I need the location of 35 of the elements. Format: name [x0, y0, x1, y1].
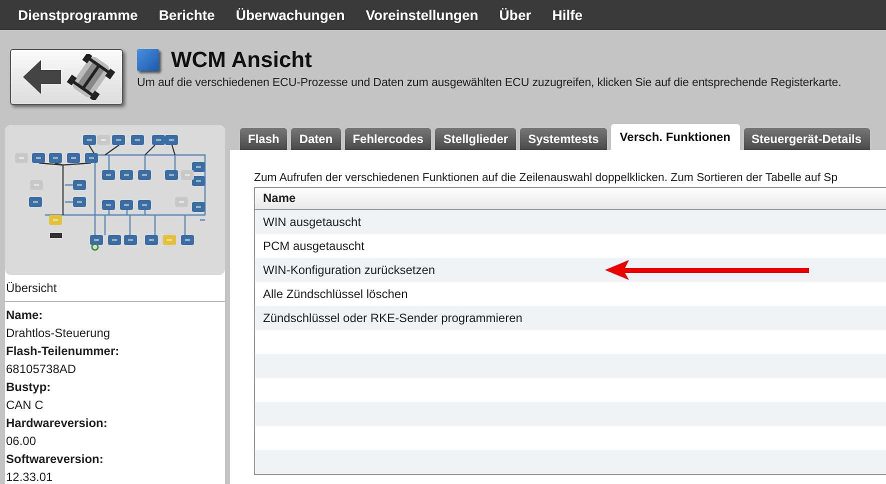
tab[interactable]: Flash — [240, 128, 288, 150]
table-row[interactable]: Zündschlüssel oder RKE-Sender programmieren — [255, 306, 886, 330]
table-row[interactable]: WIN-Konfiguration zurücksetzen — [255, 258, 886, 282]
field-value: 68105738AD — [5, 361, 78, 378]
tab[interactable]: Versch. Funktionen — [610, 124, 740, 150]
table-row[interactable]: Alle Zündschlüssel löschen — [255, 282, 886, 306]
menu-item[interactable]: Dienstprogramme — [10, 7, 151, 23]
menu-item[interactable]: Voreinstellungen — [358, 7, 492, 23]
menu-item[interactable]: Über — [491, 7, 544, 23]
back-button[interactable] — [10, 49, 123, 105]
tab[interactable]: Systemtests — [520, 128, 607, 150]
page-description: Um auf die verschiedenen ECU-Prozesse und Daten zum ausgewählten ECU zuzugreifen, klicken Sie auf die entsprechende Registerkarte. — [137, 76, 842, 89]
menu-item[interactable]: Berichte — [150, 7, 228, 23]
tab[interactable]: Fehlercodes — [344, 128, 432, 150]
table-row[interactable]: WIN ausgetauscht — [255, 210, 886, 234]
tab[interactable]: Stellglieder — [435, 128, 516, 150]
tab[interactable]: Steuergerät-Details — [744, 128, 870, 150]
field-value: Drahtlos-Steuerung — [5, 325, 112, 342]
instruction-text: Zum Aufrufen der verschiedenen Funktionen auf die Zeilenauswahl doppelklicken. Zum Sortieren der Tabelle auf Sp — [254, 172, 839, 184]
sidebar-caption: Übersicht — [5, 275, 225, 302]
column-header[interactable]: Name — [255, 188, 886, 210]
field-label: Flash-Teilenummer: — [5, 343, 120, 360]
field-value: 12.33.01 — [5, 469, 54, 484]
menu-item[interactable]: Hilfe — [544, 7, 596, 23]
module-icon — [137, 49, 159, 71]
tab[interactable]: Daten — [291, 128, 341, 150]
field-label: Softwareversion: — [5, 451, 104, 468]
field-value: CAN C — [5, 397, 44, 414]
table-row[interactable]: PCM ausgetauscht — [255, 234, 886, 258]
field-value: 06.00 — [5, 433, 38, 450]
field-label: Hardwareversion: — [5, 415, 108, 432]
page-title: WCM Ansicht — [171, 47, 312, 73]
menu-item[interactable]: Überwachungen — [228, 7, 358, 23]
field-label: Bustyp: — [5, 379, 52, 396]
field-label: Name: — [5, 307, 44, 324]
